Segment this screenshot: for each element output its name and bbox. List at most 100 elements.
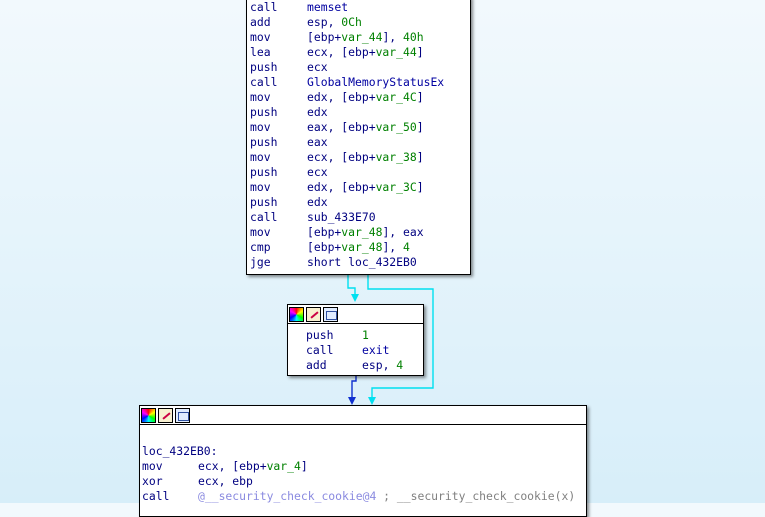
color-palette-icon[interactable] (141, 407, 156, 423)
instruction-line[interactable]: add esp, 0Ch (250, 15, 470, 30)
operand[interactable]: var_44 (376, 45, 417, 59)
mnemonic: mov (250, 90, 271, 104)
edge-arrowhead (368, 397, 376, 405)
instruction-list: call memset add esp, 0Ch mov [ebp+var_44], 40… (247, 0, 470, 270)
mnemonic: push (250, 195, 278, 209)
color-palette-icon[interactable] (289, 306, 304, 322)
operand: eax (307, 135, 328, 149)
operand: esp, (307, 15, 342, 29)
mnemonic: push (250, 105, 278, 119)
location-label: loc_432EB0: (142, 444, 218, 458)
operand[interactable]: 0Ch (341, 15, 362, 29)
operand[interactable]: 4 (396, 358, 403, 372)
instruction-line[interactable]: cmp [ebp+var_48], 4 (250, 240, 470, 255)
mnemonic: call (250, 75, 278, 89)
operand[interactable]: var_48 (341, 240, 382, 254)
mnemonic: mov (250, 180, 271, 194)
instruction-line[interactable]: call GlobalMemoryStatusEx (250, 75, 470, 90)
operand: ; __security_check_cookie(x) (376, 489, 576, 503)
rename-pencil-icon[interactable] (306, 306, 321, 322)
operand: ecx (307, 165, 328, 179)
operand: edx, [ebp+ (307, 180, 376, 194)
block-header (140, 406, 586, 425)
operand: [ebp+ (307, 225, 342, 239)
mnemonic: add (250, 15, 271, 29)
instruction-line[interactable]: jge short loc_432EB0 (250, 255, 470, 270)
instruction-line[interactable]: push edx (250, 195, 470, 210)
mnemonic: push (250, 60, 278, 74)
basic-block-loc-432eb0[interactable]: loc_432EB0: mov ecx, [ebp+var_4] xor ecx, e… (139, 405, 587, 517)
operand[interactable]: var_4 (267, 459, 301, 473)
operand: ], eax (382, 225, 424, 239)
operand: ecx, ebp (198, 474, 253, 488)
block-header (288, 305, 423, 324)
operand[interactable]: @__security_check_cookie@4 (198, 489, 376, 503)
instruction-line[interactable]: call memset (250, 0, 470, 15)
instruction-line[interactable]: mov [ebp+var_44], 40h (250, 30, 470, 45)
operand[interactable]: var_48 (341, 225, 382, 239)
operand[interactable]: memset (307, 0, 348, 14)
instruction-line[interactable]: xor ecx, ebp (142, 474, 586, 489)
rename-pencil-icon[interactable] (158, 407, 173, 423)
operand: sub_433E70 (307, 210, 376, 224)
operand[interactable]: var_38 (376, 150, 417, 164)
mnemonic: call (306, 343, 334, 357)
mnemonic: mov (142, 459, 163, 473)
operand: short loc_432EB0 (307, 255, 417, 269)
mnemonic: add (306, 358, 327, 372)
mnemonic: push (250, 135, 278, 149)
mnemonic: mov (250, 150, 271, 164)
operand[interactable]: GlobalMemoryStatusEx (307, 75, 444, 89)
edge-mid-to-bottom (351, 375, 357, 400)
edge-arrowhead (348, 397, 356, 405)
instruction-line[interactable]: push edx (250, 105, 470, 120)
instruction-line[interactable]: push 1 (306, 328, 423, 343)
mnemonic: mov (250, 120, 271, 134)
mnemonic: call (250, 0, 278, 14)
operand[interactable]: 4 (403, 240, 410, 254)
instruction-line[interactable]: call @__security_check_cookie@4 ; __secur… (142, 489, 586, 504)
operand: ecx, [ebp+ (198, 459, 267, 473)
operand[interactable]: exit (362, 343, 389, 357)
operand[interactable]: var_4C (376, 90, 417, 104)
basic-block-top[interactable]: call memset add esp, 0Ch mov [ebp+var_44], 40… (246, 0, 471, 275)
instruction-list: push 1 call exit add esp, 4 (288, 324, 423, 373)
operand: eax, [ebp+ (307, 120, 376, 134)
instruction-line[interactable]: mov edx, [ebp+var_4C] (250, 90, 470, 105)
operand[interactable]: 40h (403, 30, 424, 44)
operand[interactable]: var_3C (376, 180, 417, 194)
instruction-line[interactable]: mov ecx, [ebp+var_4] (142, 459, 586, 474)
operand: ] (416, 180, 424, 194)
operand[interactable]: 1 (362, 328, 369, 342)
operand[interactable]: var_50 (376, 120, 417, 134)
operand: edx, [ebp+ (307, 90, 376, 104)
instruction-line[interactable]: call exit (306, 343, 423, 358)
instruction-list: mov ecx, [ebp+var_4] xor ecx, ebp call @__sec… (142, 459, 586, 504)
mnemonic: cmp (250, 240, 271, 254)
basic-block-exit[interactable]: push 1 call exit add esp, 4 (287, 304, 424, 376)
instruction-line[interactable]: mov [ebp+var_48], eax (250, 225, 470, 240)
instruction-line[interactable]: add esp, 4 (306, 358, 423, 373)
instruction-line[interactable]: push ecx (250, 165, 470, 180)
operand: edx (307, 105, 328, 119)
operand[interactable]: var_44 (341, 30, 382, 44)
instruction-line[interactable]: call sub_433E70 (250, 210, 470, 225)
operand: ] (300, 459, 308, 473)
mnemonic: push (306, 328, 334, 342)
mnemonic: mov (250, 30, 271, 44)
instruction-line[interactable]: lea ecx, [ebp+var_44] (250, 45, 470, 60)
mnemonic: call (142, 489, 170, 503)
instruction-line[interactable]: push ecx (250, 60, 470, 75)
mnemonic: xor (142, 474, 163, 488)
operand: ], (382, 30, 404, 44)
instruction-line[interactable]: push eax (250, 135, 470, 150)
instruction-line[interactable]: mov ecx, [ebp+var_38] (250, 150, 470, 165)
operand: [ebp+ (307, 240, 342, 254)
operand: ecx (307, 60, 328, 74)
instruction-line[interactable]: mov eax, [ebp+var_50] (250, 120, 470, 135)
graph-view-icon[interactable] (175, 407, 190, 423)
instruction-line[interactable]: mov edx, [ebp+var_3C] (250, 180, 470, 195)
graph-view-icon[interactable] (323, 306, 338, 322)
mnemonic: call (250, 210, 278, 224)
operand: ], (382, 240, 404, 254)
